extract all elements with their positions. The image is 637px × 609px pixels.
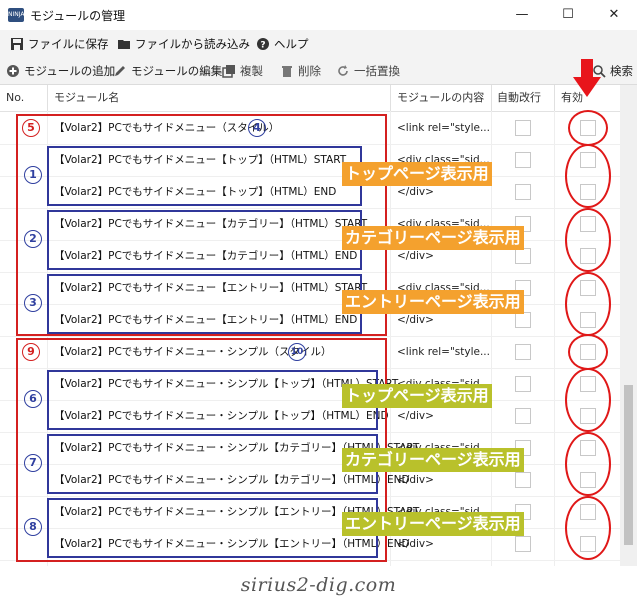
pair-box-simple-entry — [47, 498, 378, 558]
table-header: No. モジュール名 モジュールの内容 自動改行 有効 — [0, 85, 620, 112]
label-category-page: カテゴリーページ表示用 — [342, 226, 524, 250]
delete-button[interactable]: 削除 — [280, 58, 321, 84]
marker-1: 1 — [24, 166, 42, 184]
label-simple-top-page: トップページ表示用 — [342, 384, 492, 408]
auto-break-checkbox[interactable] — [515, 408, 531, 424]
label-simple-entry-page: エントリーページ表示用 — [342, 512, 524, 536]
duplicate-icon — [222, 64, 235, 78]
highlight-oval — [565, 144, 611, 208]
auto-break-checkbox[interactable] — [515, 376, 531, 392]
window-title: モジュールの管理 — [30, 9, 126, 23]
col-divider — [491, 85, 492, 111]
bulk-replace-label: 一括置換 — [354, 64, 400, 78]
delete-label: 削除 — [298, 64, 321, 78]
highlight-oval — [565, 496, 611, 560]
add-icon — [7, 64, 19, 77]
duplicate-label: 複製 — [240, 64, 263, 78]
marker-3: 3 — [24, 294, 42, 312]
edit-label: モジュールの編集 — [131, 64, 223, 78]
pair-box-entry — [47, 274, 362, 334]
highlight-oval — [565, 368, 611, 432]
add-label: モジュールの追加 — [24, 64, 116, 78]
marker-4: 4 — [248, 119, 266, 137]
file-toolbar: ファイルに保存 ファイルから読み込み ? ヘルプ — [0, 30, 637, 58]
auto-break-checkbox[interactable] — [515, 312, 531, 328]
add-module-button[interactable]: モジュールの追加 — [6, 58, 115, 84]
highlight-oval — [568, 110, 608, 146]
col-divider — [47, 85, 48, 111]
col-no[interactable]: No. — [6, 85, 24, 111]
help-label: ヘルプ — [274, 37, 309, 51]
label-simple-category-page: カテゴリーページ表示用 — [342, 448, 524, 472]
pencil-icon — [115, 65, 125, 76]
watermark: sirius2-dig.com — [240, 574, 397, 596]
highlight-oval — [568, 334, 608, 370]
pair-box-top — [47, 146, 362, 206]
refresh-icon — [338, 64, 348, 76]
marker-8: 8 — [24, 518, 42, 536]
marker-6: 6 — [24, 390, 42, 408]
marker-9: 9 — [22, 343, 40, 361]
highlight-oval — [565, 208, 611, 272]
save-label: ファイルに保存 — [28, 37, 109, 51]
search-label: 検索 — [610, 64, 633, 78]
load-label: ファイルから読み込み — [135, 37, 250, 51]
maximize-button[interactable]: ☐ — [545, 0, 591, 30]
auto-break-checkbox[interactable] — [515, 184, 531, 200]
col-module-name[interactable]: モジュール名 — [54, 85, 119, 111]
module-content-cell: <link rel="style... — [397, 122, 490, 134]
col-auto-break[interactable]: 自動改行 — [497, 85, 541, 111]
auto-break-checkbox[interactable] — [515, 472, 531, 488]
bulk-replace-button[interactable]: 一括置換 — [336, 58, 400, 84]
trash-icon — [282, 65, 292, 77]
marker-2: 2 — [24, 230, 42, 248]
auto-break-checkbox[interactable] — [515, 120, 531, 136]
col-divider — [554, 85, 555, 111]
help-button[interactable]: ? ヘルプ — [256, 30, 309, 58]
auto-break-checkbox[interactable] — [515, 536, 531, 552]
help-icon: ? — [257, 37, 269, 50]
app-icon: NINJA — [8, 8, 24, 22]
duplicate-button[interactable]: 複製 — [222, 58, 263, 84]
auto-break-checkbox[interactable] — [515, 248, 531, 264]
edit-module-button[interactable]: モジュールの編集 — [113, 58, 222, 84]
marker-5: 5 — [22, 119, 40, 137]
vertical-scrollbar[interactable] — [620, 85, 637, 566]
arrow-down-icon — [573, 59, 601, 97]
save-to-file-button[interactable]: ファイルに保存 — [10, 30, 109, 58]
col-divider — [390, 85, 391, 111]
minimize-button[interactable]: — — [499, 0, 545, 30]
pair-box-simple-top — [47, 370, 378, 430]
auto-break-checkbox[interactable] — [515, 344, 531, 360]
close-button[interactable]: ✕ — [591, 0, 637, 30]
pair-box-simple-category — [47, 434, 378, 494]
label-top-page: トップページ表示用 — [342, 162, 492, 186]
folder-icon — [118, 39, 130, 49]
module-toolbar: モジュールの追加 モジュールの編集 複製 削除 一括置換 検索 — [0, 58, 637, 85]
load-from-file-button[interactable]: ファイルから読み込み — [117, 30, 250, 58]
label-entry-page: エントリーページ表示用 — [342, 290, 524, 314]
highlight-oval — [565, 272, 611, 336]
scrollbar-thumb[interactable] — [624, 385, 633, 545]
marker-10: 10 — [288, 343, 306, 361]
col-module-content[interactable]: モジュールの内容 — [397, 85, 484, 111]
marker-7: 7 — [24, 454, 42, 472]
auto-break-checkbox[interactable] — [515, 152, 531, 168]
module-content-cell: <link rel="style... — [397, 346, 490, 358]
highlight-oval — [565, 432, 611, 496]
save-icon — [11, 37, 23, 50]
pair-box-category — [47, 210, 362, 270]
svg-text:?: ? — [260, 40, 265, 50]
title-bar: NINJA モジュールの管理 — ☐ ✕ — [0, 0, 637, 30]
